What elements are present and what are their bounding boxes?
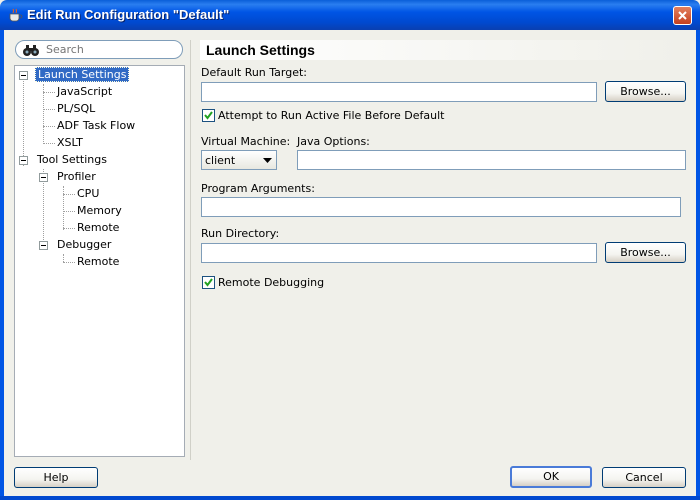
run-directory-label: Run Directory:: [201, 227, 280, 240]
tree-item-adf-task-flow[interactable]: ADF Task Flow: [57, 118, 135, 134]
tree-item-cpu[interactable]: CPU: [77, 186, 99, 202]
tree-item-label: CPU: [77, 187, 100, 200]
search-input[interactable]: [46, 42, 176, 57]
tree-item-label: Tool Settings: [37, 153, 107, 166]
default-run-target-field[interactable]: [201, 82, 597, 102]
tree-item-profiler-remote[interactable]: Remote: [77, 220, 119, 236]
program-arguments-label: Program Arguments:: [201, 182, 315, 195]
binoculars-icon: [23, 45, 39, 56]
collapse-toggle-icon[interactable]: [19, 71, 28, 80]
title-bar[interactable]: Edit Run Configuration "Default": [0, 0, 700, 30]
pane-divider[interactable]: [190, 40, 191, 460]
default-run-target-label: Default Run Target:: [201, 66, 308, 79]
virtual-machine-select[interactable]: client: [201, 150, 277, 170]
virtual-machine-value: client: [205, 154, 236, 167]
tree-line: [43, 84, 44, 144]
tree-line: [63, 211, 75, 212]
tree-item-xslt[interactable]: XSLT: [57, 135, 83, 151]
window-title: Edit Run Configuration "Default": [27, 7, 230, 22]
navigation-tree: Launch Settings JavaScript PL/SQL ADF Ta…: [14, 65, 185, 457]
tree-item-plsql[interactable]: PL/SQL: [57, 101, 95, 117]
ok-button[interactable]: OK: [510, 466, 592, 488]
cancel-button[interactable]: Cancel: [602, 467, 686, 488]
chevron-down-icon: [263, 158, 272, 163]
tree-item-tool-settings[interactable]: Tool Settings: [37, 152, 107, 168]
tree-line: [23, 79, 24, 166]
virtual-machine-label: Virtual Machine:: [201, 135, 291, 148]
tree-item-label: Debugger: [57, 238, 112, 251]
attempt-active-file-checkbox[interactable]: [202, 109, 215, 122]
tree-item-memory[interactable]: Memory: [77, 203, 122, 219]
window-frame-left: [0, 30, 4, 500]
tree-line: [43, 92, 55, 93]
remote-debugging-checkbox[interactable]: [202, 276, 215, 289]
program-arguments-field[interactable]: [201, 197, 681, 217]
close-icon: [678, 11, 687, 20]
tree-item-javascript[interactable]: JavaScript: [57, 84, 112, 100]
checkmark-icon: [204, 278, 213, 287]
tree-line: [63, 262, 75, 263]
checkmark-icon: [204, 111, 213, 120]
tree-line: [43, 143, 55, 144]
tree-item-debugger[interactable]: Debugger: [57, 237, 111, 253]
tree-item-label: JavaScript: [57, 85, 113, 98]
tree-item-label: Launch Settings: [35, 67, 130, 82]
tree-line: [63, 228, 75, 229]
tree-item-label: PL/SQL: [57, 102, 96, 115]
attempt-active-file-label[interactable]: Attempt to Run Active File Before Defaul…: [218, 109, 444, 122]
java-options-field[interactable]: [297, 150, 686, 170]
tree-item-label: Profiler: [57, 170, 96, 183]
tree-item-label: Remote: [77, 221, 120, 234]
run-directory-field[interactable]: [201, 243, 597, 263]
browse-run-directory-button[interactable]: Browse...: [605, 242, 686, 263]
tree-line: [43, 126, 55, 127]
tree-item-launch-settings[interactable]: Launch Settings: [35, 67, 130, 83]
tree-line: [63, 186, 64, 230]
collapse-toggle-icon[interactable]: [39, 241, 48, 250]
remote-debugging-label[interactable]: Remote Debugging: [218, 276, 324, 289]
tree-item-label: ADF Task Flow: [57, 119, 136, 132]
help-button[interactable]: Help: [14, 467, 98, 488]
collapse-toggle-icon[interactable]: [39, 173, 48, 182]
window-frame-bottom: [0, 496, 700, 500]
tree-line: [63, 254, 64, 262]
tree-item-debugger-remote[interactable]: Remote: [77, 254, 119, 270]
tree-item-label: Remote: [77, 255, 120, 268]
window-frame-right: [696, 30, 700, 500]
panel-title: Launch Settings: [200, 40, 686, 60]
collapse-toggle-icon[interactable]: [19, 156, 28, 165]
java-options-label: Java Options:: [297, 135, 370, 148]
tree-item-label: XSLT: [57, 136, 83, 149]
tree-item-profiler[interactable]: Profiler: [57, 169, 96, 185]
dialog-window: Edit Run Configuration "Default" Search …: [0, 0, 700, 500]
tree-item-label: Memory: [77, 204, 122, 217]
app-cup-icon: [9, 8, 23, 22]
close-button[interactable]: [673, 6, 692, 25]
tree-line: [63, 194, 75, 195]
search-box[interactable]: [15, 40, 183, 59]
tree-line: [43, 109, 55, 110]
browse-run-target-button[interactable]: Browse...: [605, 81, 686, 102]
